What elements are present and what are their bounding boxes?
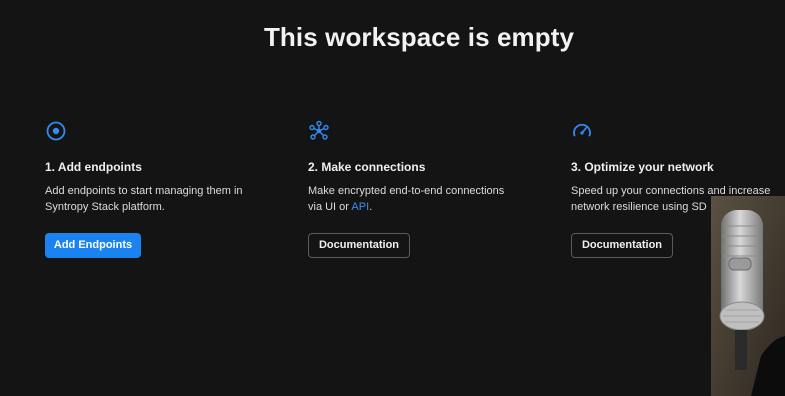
step-heading: 2. Make connections	[308, 160, 426, 174]
api-link[interactable]: API	[351, 201, 369, 213]
step-make-connections: 2. Make connections Make encrypted end-t…	[308, 120, 548, 215]
step-description: Add endpoints to start managing them in …	[45, 183, 285, 215]
step-description-text: via UI or	[308, 201, 352, 213]
step-description-text: .	[369, 201, 373, 213]
step-description-line: via UI or API.	[308, 199, 548, 215]
step-heading: 1. Add endpoints	[45, 160, 142, 174]
microphone-image	[711, 196, 785, 396]
step-description-line: Add endpoints to start managing them in	[45, 185, 243, 197]
documentation-button-connections[interactable]: Documentation	[308, 233, 410, 258]
speedometer-icon	[573, 123, 591, 137]
documentation-button-optimize[interactable]: Documentation	[571, 233, 673, 258]
step-add-endpoints: 1. Add endpoints Add endpoints to start …	[45, 120, 285, 215]
step-description-line: Make encrypted end-to-end connections	[308, 185, 505, 197]
empty-workspace-page: This workspace is empty 1. Add endpoints…	[0, 0, 785, 396]
target-icon	[46, 121, 66, 141]
network-icon	[309, 120, 329, 140]
step-heading: 3. Optimize your network	[571, 160, 714, 174]
add-endpoints-button[interactable]: Add Endpoints	[45, 233, 141, 258]
webcam-overlay	[711, 196, 785, 396]
step-description: Make encrypted end-to-end connections vi…	[308, 183, 548, 215]
page-title: This workspace is empty	[263, 22, 575, 52]
step-description-line: Syntropy Stack platform.	[45, 201, 165, 213]
